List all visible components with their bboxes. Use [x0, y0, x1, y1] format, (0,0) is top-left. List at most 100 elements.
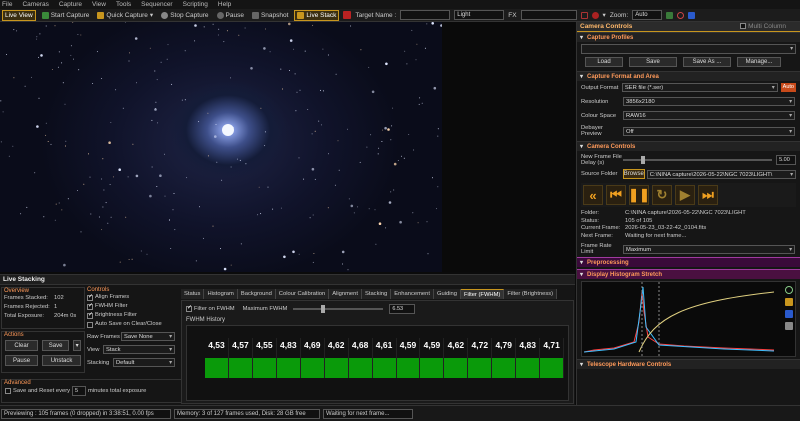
- frame-type-select[interactable]: Light: [454, 10, 505, 20]
- start-capture-button[interactable]: Start Capture: [40, 10, 92, 21]
- tab-filter-fwhm[interactable]: Filter (FWHM): [460, 289, 505, 299]
- resolution-select[interactable]: 3856x2180: [623, 97, 795, 106]
- fx-select[interactable]: [520, 10, 577, 20]
- pause-icon[interactable]: ❚❚: [628, 185, 650, 205]
- view-select[interactable]: Stack: [103, 345, 175, 354]
- rewind-icon[interactable]: «: [583, 185, 603, 205]
- source-folder-select[interactable]: C:\NINA capture\2026-05-22\NGC 7023\LIGH…: [646, 169, 796, 179]
- histogram-stretch-header[interactable]: Display Histogram Stretch: [577, 269, 800, 280]
- output-format-select[interactable]: SER file (*.ser): [621, 83, 778, 92]
- max-fwhm-slider[interactable]: [293, 305, 384, 313]
- pause-button[interactable]: Pause: [215, 10, 246, 21]
- quick-capture-button[interactable]: Quick Capture ▾: [95, 10, 155, 21]
- frame-rate-select[interactable]: Maximum: [623, 244, 795, 254]
- skip-forward-icon[interactable]: ⏭: [698, 185, 718, 205]
- manage-profiles-button[interactable]: Manage...: [737, 57, 781, 67]
- menu-help[interactable]: Help: [218, 0, 231, 9]
- frame-delay-value[interactable]: 5.00: [776, 155, 796, 165]
- stacking-select[interactable]: Default: [113, 358, 175, 367]
- auto-save-option[interactable]: Auto Save on Clear/Close: [87, 320, 179, 329]
- reset-icon[interactable]: [785, 310, 793, 318]
- tab-filter-brightness[interactable]: Filter (Brightness): [504, 289, 558, 299]
- frame-delay-slider[interactable]: [622, 156, 773, 164]
- auto-button[interactable]: Auto: [780, 83, 796, 92]
- star: [371, 90, 375, 94]
- browse-button[interactable]: Browse: [622, 169, 645, 179]
- filter-on-fwhm-checkbox[interactable]: [186, 304, 192, 312]
- info-icon[interactable]: [785, 286, 793, 294]
- tab-guiding[interactable]: Guiding: [434, 289, 461, 299]
- menu-tools[interactable]: Tools: [116, 0, 131, 9]
- tab-histogram[interactable]: Histogram: [204, 289, 238, 299]
- target-name-input[interactable]: [400, 10, 451, 20]
- tab-enhancement[interactable]: Enhancement: [391, 289, 434, 299]
- auto-save-checkbox[interactable]: [87, 321, 93, 328]
- menu-sequencer[interactable]: Sequencer: [141, 0, 172, 9]
- raw-frames-select[interactable]: Save None: [121, 332, 175, 341]
- fwhm-filter-option[interactable]: FWHM Filter: [87, 302, 179, 311]
- save-profile-button[interactable]: Save: [629, 57, 677, 67]
- stop-capture-button[interactable]: Stop Capture: [159, 10, 210, 21]
- reticle-icon[interactable]: [591, 11, 599, 19]
- save-options-button[interactable]: ▾: [73, 340, 81, 351]
- save-icon[interactable]: [785, 322, 793, 330]
- menu-capture[interactable]: Capture: [59, 0, 82, 9]
- capture-profiles-header[interactable]: Capture Profiles: [577, 32, 800, 43]
- colour-space-select[interactable]: RAW16: [623, 111, 795, 120]
- play-icon[interactable]: ▶: [675, 185, 695, 205]
- live-image-view[interactable]: [0, 22, 442, 272]
- brightness-filter-checkbox[interactable]: [87, 311, 93, 320]
- tab-status[interactable]: Status: [181, 289, 205, 299]
- clear-button[interactable]: Clear: [5, 340, 38, 351]
- live-stack-button[interactable]: Live Stack: [294, 9, 340, 21]
- star: [65, 145, 66, 147]
- histogram-plot[interactable]: [581, 281, 796, 357]
- histogram-icon[interactable]: [666, 11, 674, 19]
- tab-colour-calibration[interactable]: Colour Calibration: [275, 289, 330, 299]
- slider-handle[interactable]: [321, 305, 326, 313]
- multi-column-checkbox[interactable]: [740, 23, 747, 30]
- menu-cameras[interactable]: Cameras: [22, 0, 48, 9]
- camera-icon: [251, 11, 259, 19]
- save-as-profile-button[interactable]: Save As ...: [683, 57, 731, 67]
- tab-background[interactable]: Background: [237, 289, 276, 299]
- snapshot-button[interactable]: Snapshot: [250, 10, 290, 21]
- tab-stacking[interactable]: Stacking: [361, 289, 392, 299]
- max-fwhm-input[interactable]: 6.53: [389, 304, 416, 314]
- save-reset-minutes-input[interactable]: 5: [72, 386, 87, 396]
- star: [55, 203, 57, 205]
- star: [62, 82, 64, 84]
- brightness-filter-option[interactable]: Brightness Filter: [87, 311, 179, 320]
- camera-controls-section-header[interactable]: Camera Controls: [577, 141, 800, 152]
- debayer-preview-select[interactable]: Off: [623, 126, 795, 136]
- load-profile-button[interactable]: Load: [585, 57, 623, 67]
- zoom-select[interactable]: Auto: [632, 10, 663, 20]
- view-label: View: [87, 346, 100, 353]
- align-frames-option[interactable]: Align Frames: [87, 293, 179, 302]
- menu-scripting[interactable]: Scripting: [183, 0, 208, 9]
- target-icon[interactable]: [677, 11, 685, 19]
- profile-select[interactable]: [581, 44, 796, 54]
- menu-view[interactable]: View: [92, 0, 106, 9]
- live-view-button[interactable]: Live View: [2, 9, 36, 21]
- menu-file[interactable]: File: [2, 0, 12, 9]
- tab-alignment[interactable]: Alignment: [329, 289, 362, 299]
- star: [381, 141, 383, 142]
- skip-back-icon[interactable]: ⏮: [606, 185, 626, 205]
- slider-handle[interactable]: [640, 156, 645, 164]
- crop-icon[interactable]: [580, 11, 588, 19]
- record-icon[interactable]: [343, 11, 352, 19]
- capture-format-header[interactable]: Capture Format and Area: [577, 71, 800, 82]
- fwhm-filter-checkbox[interactable]: [87, 302, 93, 311]
- unstack-button[interactable]: Unstack: [42, 355, 81, 366]
- reload-icon[interactable]: ↻: [652, 185, 672, 205]
- preprocessing-header[interactable]: Preprocessing: [577, 257, 800, 268]
- align-frames-checkbox[interactable]: [87, 293, 93, 302]
- stretch-icon[interactable]: [785, 298, 793, 306]
- multi-column-toggle[interactable]: Multi Column: [740, 22, 800, 31]
- save-reset-checkbox[interactable]: [5, 388, 11, 394]
- pause-stack-button[interactable]: Pause: [5, 355, 39, 366]
- save-button[interactable]: Save: [42, 340, 70, 351]
- pin-icon[interactable]: [688, 11, 696, 19]
- telescope-controls-header[interactable]: Telescope Hardware Controls: [577, 359, 800, 370]
